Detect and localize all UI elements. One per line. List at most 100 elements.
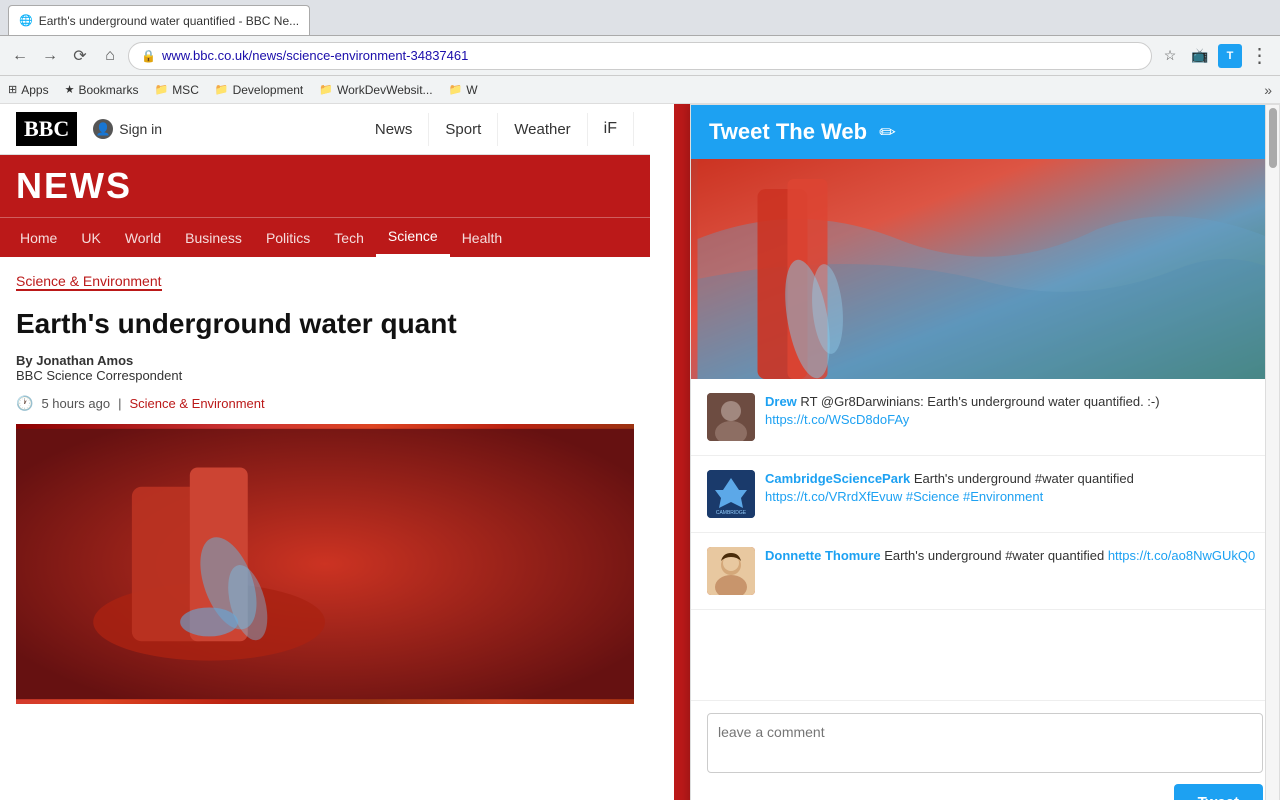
article-section-link[interactable]: Science & Environment bbox=[130, 396, 265, 411]
tweet-link-drew[interactable]: https://t.co/WScD8doFAy bbox=[765, 412, 909, 427]
tweet-item-dt: Donnette Thomure Earth's underground #wa… bbox=[691, 533, 1279, 610]
forward-button[interactable]: → bbox=[38, 44, 62, 68]
tweet-link-dt[interactable]: https://t.co/ao8NwGUkQ0 bbox=[1108, 548, 1255, 563]
bbc-header: BBC 👤 Sign in News Sport Weather iF bbox=[0, 104, 650, 155]
comment-area: Tweet bbox=[691, 700, 1279, 800]
folder-icon-1: 📁 bbox=[154, 83, 168, 96]
star-icon: ★ bbox=[65, 83, 75, 96]
nav-more[interactable]: iF bbox=[588, 112, 634, 146]
tweet-username-csp[interactable]: CambridgeSciencePark bbox=[765, 471, 910, 486]
url-bar[interactable]: 🔒 www.bbc.co.uk/news/science-environment… bbox=[128, 42, 1152, 70]
subnav-home[interactable]: Home bbox=[8, 220, 69, 256]
bookmark-development[interactable]: 📁 Development bbox=[215, 83, 303, 97]
extension-button[interactable]: T bbox=[1218, 44, 1242, 68]
subnav-business[interactable]: Business bbox=[173, 220, 254, 256]
url-text: www.bbc.co.uk/news/science-environment-3… bbox=[162, 48, 468, 63]
cast-button[interactable]: 📺 bbox=[1188, 44, 1212, 68]
bookmark-msc-label: MSC bbox=[172, 83, 199, 97]
tweet-submit-button[interactable]: Tweet bbox=[1174, 784, 1263, 800]
tweet-item-csp: CAMBRIDGE CambridgeSciencePark Earth's u… bbox=[691, 456, 1279, 533]
bbc-signin-button[interactable]: 👤 Sign in bbox=[93, 119, 162, 139]
home-button[interactable]: ⌂ bbox=[98, 44, 122, 68]
bookmark-msc[interactable]: 📁 MSC bbox=[154, 83, 198, 97]
bookmark-w[interactable]: 📁 W bbox=[449, 83, 478, 97]
scrollbar-track[interactable] bbox=[1265, 105, 1279, 800]
red-sidebar-decoration bbox=[674, 104, 690, 800]
subnav-health[interactable]: Health bbox=[450, 220, 514, 256]
bookmarks-more-button[interactable]: » bbox=[1264, 82, 1272, 98]
folder-icon-3: 📁 bbox=[319, 83, 333, 96]
tweet-text-dt: Earth's underground #water quantified bbox=[884, 548, 1108, 563]
page-content: BBC 👤 Sign in News Sport Weather iF NEWS… bbox=[0, 104, 1280, 800]
avatar-drew bbox=[707, 393, 755, 441]
avatar-csp: CAMBRIDGE bbox=[707, 470, 755, 518]
bbc-news-header: NEWS bbox=[0, 155, 650, 217]
subnav-tech[interactable]: Tech bbox=[322, 220, 376, 256]
author-name: By Jonathan Amos bbox=[16, 353, 634, 368]
tweet-panel-header: Tweet The Web ✏ bbox=[691, 105, 1279, 159]
folder-icon-2: 📁 bbox=[215, 83, 229, 96]
bbc-main-nav: News Sport Weather iF bbox=[359, 112, 634, 146]
article-meta: 🕐 5 hours ago | Science & Environment bbox=[16, 395, 634, 412]
article-time: 5 hours ago bbox=[41, 396, 110, 411]
nav-weather[interactable]: Weather bbox=[498, 113, 587, 146]
tweet-panel-image bbox=[691, 159, 1279, 379]
comment-input[interactable] bbox=[707, 713, 1263, 773]
bookmark-workdev-label: WorkDevWebsit... bbox=[337, 83, 433, 97]
subnav-science[interactable]: Science bbox=[376, 218, 450, 257]
comment-actions: Tweet bbox=[707, 784, 1263, 800]
author-role: BBC Science Correspondent bbox=[16, 368, 634, 383]
bbc-site: BBC 👤 Sign in News Sport Weather iF NEWS… bbox=[0, 104, 650, 800]
tweet-list: Drew RT @Gr8Darwinians: Earth's undergro… bbox=[691, 379, 1279, 700]
bookmark-workdev[interactable]: 📁 WorkDevWebsit... bbox=[319, 83, 432, 97]
subnav-world[interactable]: World bbox=[113, 220, 173, 256]
tweet-text-drew: RT @Gr8Darwinians: Earth's underground w… bbox=[800, 394, 1159, 409]
browser-frame: 🌐 Earth's underground water quantified -… bbox=[0, 0, 1280, 800]
apps-grid-icon: ⊞ bbox=[8, 83, 17, 96]
tab-title: Earth's underground water quantified - B… bbox=[39, 14, 299, 28]
menu-button[interactable]: ⋮ bbox=[1248, 44, 1272, 68]
tweet-panel-title: Tweet The Web bbox=[709, 119, 867, 145]
bbc-logo[interactable]: BBC bbox=[16, 112, 77, 146]
tweet-item-drew: Drew RT @Gr8Darwinians: Earth's undergro… bbox=[691, 379, 1279, 456]
clock-icon: 🕐 bbox=[16, 395, 33, 412]
user-icon: 👤 bbox=[93, 119, 113, 139]
tweet-panel: Tweet The Web ✏ bbox=[690, 104, 1280, 800]
avatar-dt bbox=[707, 547, 755, 595]
browser-tab[interactable]: 🌐 Earth's underground water quantified -… bbox=[8, 5, 310, 35]
bookmark-development-label: Development bbox=[233, 83, 304, 97]
nav-sport[interactable]: Sport bbox=[429, 113, 498, 146]
article-image bbox=[16, 424, 634, 704]
tweet-link-csp[interactable]: https://t.co/VRrdXfEvuw #Science #Enviro… bbox=[765, 489, 1043, 504]
edit-icon[interactable]: ✏ bbox=[879, 120, 896, 145]
tweet-content-drew: Drew RT @Gr8Darwinians: Earth's undergro… bbox=[765, 393, 1263, 429]
subnav-uk[interactable]: UK bbox=[69, 220, 112, 256]
article-title: Earth's underground water quant bbox=[16, 307, 634, 341]
tab-bar: 🌐 Earth's underground water quantified -… bbox=[0, 0, 1280, 36]
article-area: Science & Environment Earth's undergroun… bbox=[0, 257, 650, 720]
breadcrumb[interactable]: Science & Environment bbox=[16, 273, 162, 291]
tweet-username-dt[interactable]: Donnette Thomure bbox=[765, 548, 881, 563]
bookmarks-bar: ⊞ Apps ★ Bookmarks 📁 MSC 📁 Development 📁… bbox=[0, 76, 1280, 104]
news-title: NEWS bbox=[16, 165, 634, 207]
bookmark-bookmarks-label: Bookmarks bbox=[78, 83, 138, 97]
bookmark-w-label: W bbox=[466, 83, 477, 97]
nav-news[interactable]: News bbox=[359, 113, 430, 146]
bookmark-apps[interactable]: ⊞ Apps bbox=[8, 83, 49, 97]
svg-text:CAMBRIDGE: CAMBRIDGE bbox=[716, 510, 747, 516]
folder-icon-4: 📁 bbox=[449, 83, 463, 96]
address-bar: ← → ⟳ ⌂ 🔒 www.bbc.co.uk/news/science-env… bbox=[0, 36, 1280, 76]
bookmark-apps-label: Apps bbox=[21, 83, 48, 97]
tweet-text-csp: Earth's underground #water quantified bbox=[914, 471, 1134, 486]
bookmark-star-button[interactable]: ☆ bbox=[1158, 44, 1182, 68]
signin-label: Sign in bbox=[119, 121, 162, 137]
scrollbar-thumb[interactable] bbox=[1269, 108, 1277, 168]
reload-button[interactable]: ⟳ bbox=[68, 44, 92, 68]
subnav-politics[interactable]: Politics bbox=[254, 220, 322, 256]
tweet-username-drew[interactable]: Drew bbox=[765, 394, 797, 409]
back-button[interactable]: ← bbox=[8, 44, 32, 68]
bbc-subnav: Home UK World Business Politics Tech Sci… bbox=[0, 217, 650, 257]
bookmark-bookmarks[interactable]: ★ Bookmarks bbox=[65, 83, 139, 97]
tweet-content-csp: CambridgeSciencePark Earth's underground… bbox=[765, 470, 1263, 506]
article-author: By Jonathan Amos BBC Science Corresponde… bbox=[16, 353, 634, 383]
